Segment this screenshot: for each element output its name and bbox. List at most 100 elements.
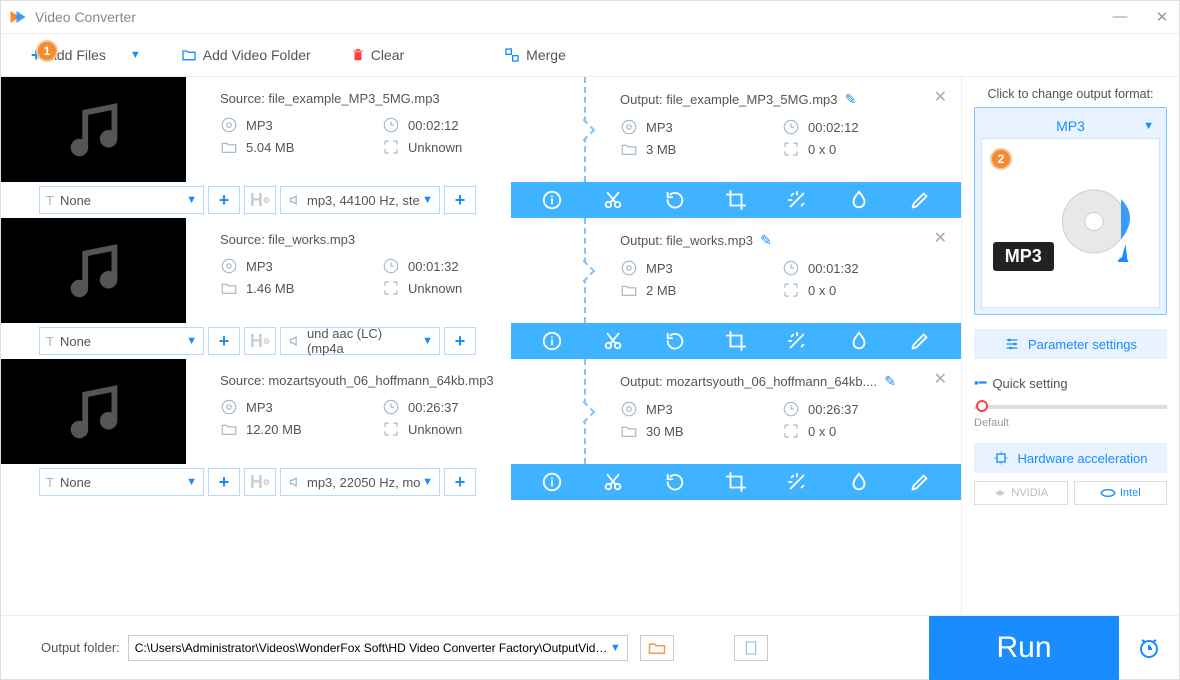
add-audio-button[interactable]: + [444, 186, 476, 214]
hardsub-button[interactable]: H⚙ [244, 327, 276, 355]
output-format-label: Click to change output format: [974, 87, 1167, 101]
rename-button[interactable]: ✎ [845, 91, 857, 107]
file-manager-button[interactable] [734, 635, 768, 661]
alarm-button[interactable] [1119, 616, 1179, 680]
intel-icon [1100, 488, 1116, 498]
info-icon[interactable] [541, 471, 563, 493]
rotate-icon[interactable] [664, 189, 686, 211]
hardware-acceleration-button[interactable]: Hardware acceleration [974, 443, 1167, 473]
file-thumbnail [1, 359, 186, 464]
file-thumbnail [1, 218, 186, 323]
edit-icon[interactable] [909, 189, 931, 211]
square-icon: ▪━ [974, 375, 986, 391]
quality-slider[interactable] [974, 405, 1167, 409]
file-row: Source: file_example_MP3_5MG.mp3 MP3 00:… [1, 77, 961, 218]
remove-file-button[interactable]: ✕ [934, 228, 947, 248]
effects-icon[interactable] [786, 330, 808, 352]
subtitle-select[interactable]: TNone▼ [39, 468, 204, 496]
subtitle-select[interactable]: TNone▼ [39, 327, 204, 355]
add-audio-button[interactable]: + [444, 327, 476, 355]
info-icon[interactable] [541, 330, 563, 352]
output-folder-path[interactable]: C:\Users\Administrator\Videos\WonderFox … [128, 635, 628, 661]
sliders-icon [1004, 336, 1020, 352]
audio-track-select[interactable]: und aac (LC) (mp4a▼ [280, 327, 440, 355]
hardsub-button[interactable]: H⚙ [244, 186, 276, 214]
source-format: MP3 [220, 257, 370, 275]
watermark-icon[interactable] [848, 471, 870, 493]
output-format: MP3 [620, 400, 770, 418]
chip-icon [993, 450, 1009, 466]
audio-track-select[interactable]: mp3, 44100 Hz, ste▼ [280, 186, 440, 214]
add-video-folder-button[interactable]: Add Video Folder [181, 47, 311, 63]
open-folder-button[interactable] [640, 635, 674, 661]
crop-icon[interactable] [725, 330, 747, 352]
effects-icon[interactable] [786, 471, 808, 493]
merge-button[interactable]: Merge [504, 47, 566, 63]
minimize-button[interactable]: — [1111, 8, 1129, 26]
folder-icon [181, 47, 197, 63]
alarm-clock-icon [1137, 636, 1161, 660]
source-size: 12.20 MB [220, 420, 370, 438]
speaker-icon [287, 475, 303, 489]
nvidia-icon [993, 488, 1007, 498]
disc-icon [1058, 172, 1148, 262]
output-format-card[interactable]: MP3 ▼ MP3 [974, 107, 1167, 315]
crop-icon[interactable] [725, 471, 747, 493]
add-audio-button[interactable]: + [444, 468, 476, 496]
annotation-badge-2: 2 [990, 148, 1012, 170]
window-title: Video Converter [35, 9, 136, 25]
merge-icon [504, 47, 520, 63]
output-filename: Output: file_works.mp3 ✎ [620, 232, 961, 249]
edit-icon[interactable] [909, 471, 931, 493]
rotate-icon[interactable] [664, 471, 686, 493]
clear-button[interactable]: Clear [351, 47, 404, 63]
slider-default-label: Default [974, 417, 1167, 429]
nvidia-badge: NVIDIA [974, 481, 1068, 505]
file-list: Source: file_example_MP3_5MG.mp3 MP3 00:… [1, 77, 961, 615]
output-resolution: 0 x 0 [782, 422, 932, 440]
hardsub-button[interactable]: H⚙ [244, 468, 276, 496]
rename-button[interactable]: ✎ [760, 232, 772, 248]
add-subtitle-button[interactable]: + [208, 327, 240, 355]
document-icon [743, 640, 759, 656]
remove-file-button[interactable]: ✕ [934, 369, 947, 389]
output-filename: Output: file_example_MP3_5MG.mp3 ✎ [620, 91, 961, 108]
crop-icon[interactable] [725, 189, 747, 211]
watermark-icon[interactable] [848, 189, 870, 211]
effects-icon[interactable] [786, 189, 808, 211]
cut-icon[interactable] [602, 471, 624, 493]
source-filename: Source: mozartsyouth_06_hoffmann_64kb.mp… [220, 373, 584, 388]
source-resolution: Unknown [382, 138, 532, 156]
edit-icon[interactable] [909, 330, 931, 352]
cut-icon[interactable] [602, 189, 624, 211]
file-row: Source: file_works.mp3 MP3 00:01:32 1.46… [1, 218, 961, 359]
cut-icon[interactable] [602, 330, 624, 352]
source-duration: 00:02:12 [382, 116, 532, 134]
source-duration: 00:26:37 [382, 398, 532, 416]
source-format: MP3 [220, 116, 370, 134]
rotate-icon[interactable] [664, 330, 686, 352]
output-filename: Output: mozartsyouth_06_hoffmann_64kb...… [620, 373, 961, 390]
output-resolution: 0 x 0 [782, 140, 932, 158]
output-duration: 00:26:37 [782, 400, 932, 418]
add-subtitle-button[interactable]: + [208, 186, 240, 214]
titlebar: Video Converter — ✕ [1, 1, 1179, 33]
folder-open-icon [648, 641, 666, 655]
subtitle-select[interactable]: TNone▼ [39, 186, 204, 214]
rename-button[interactable]: ✎ [884, 373, 896, 389]
run-button[interactable]: Run [929, 616, 1119, 680]
close-button[interactable]: ✕ [1153, 8, 1171, 26]
file-thumbnail [1, 77, 186, 182]
parameter-settings-button[interactable]: Parameter settings [974, 329, 1167, 359]
watermark-icon[interactable] [848, 330, 870, 352]
remove-file-button[interactable]: ✕ [934, 87, 947, 107]
chevron-down-icon[interactable]: ▼ [130, 49, 141, 61]
speaker-icon [287, 334, 303, 348]
info-icon[interactable] [541, 189, 563, 211]
audio-track-select[interactable]: mp3, 22050 Hz, mo▼ [280, 468, 440, 496]
output-size: 30 MB [620, 422, 770, 440]
file-row: Source: mozartsyouth_06_hoffmann_64kb.mp… [1, 359, 961, 500]
output-size: 2 MB [620, 281, 770, 299]
add-subtitle-button[interactable]: + [208, 468, 240, 496]
chevron-down-icon: ▼ [610, 642, 621, 654]
